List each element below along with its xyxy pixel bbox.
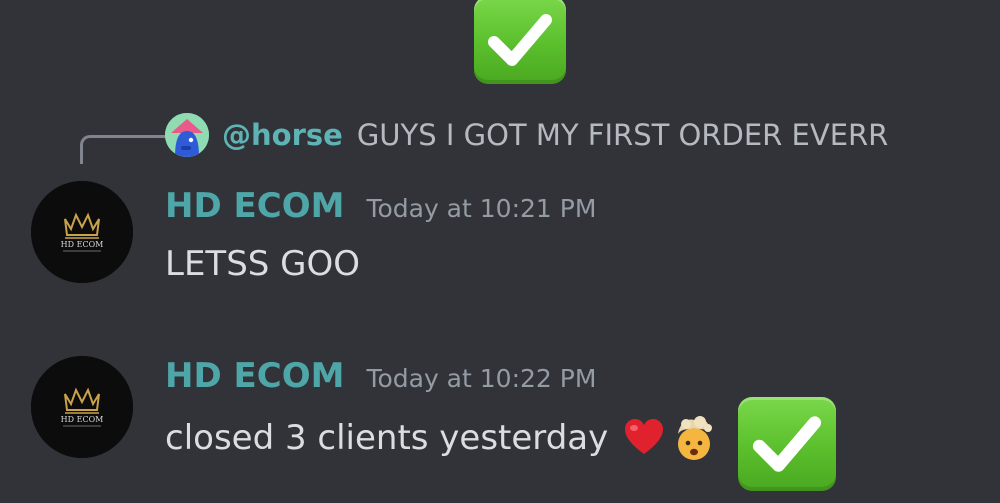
reply-mention[interactable]: @horse: [222, 118, 343, 152]
chat-view: @horse GUYS I GOT MY FIRST ORDER EVERR H…: [0, 0, 1000, 503]
check-mark-button-icon: [474, 0, 566, 84]
message-header: HD ECOM Today at 10:22 PM: [165, 356, 596, 396]
message-text: LETSS GOO: [165, 244, 360, 284]
message-header: HD ECOM Today at 10:21 PM: [165, 186, 596, 226]
timestamp: Today at 10:21 PM: [366, 194, 597, 223]
exploding-head-icon: [678, 416, 713, 460]
avatar-logo-text: HD ECOM: [61, 415, 104, 424]
avatar[interactable]: HD ECOM: [31, 356, 133, 458]
horse-avatar-icon[interactable]: [165, 113, 209, 157]
avatar[interactable]: HD ECOM: [31, 181, 133, 283]
username[interactable]: HD ECOM: [165, 356, 344, 396]
reply-preview[interactable]: @horse GUYS I GOT MY FIRST ORDER EVERR: [222, 113, 888, 157]
timestamp: Today at 10:22 PM: [366, 364, 597, 393]
reply-text: GUYS I GOT MY FIRST ORDER EVERR: [356, 118, 889, 152]
check-mark-button-icon: [738, 397, 836, 491]
message-content: LETSS GOO: [165, 244, 361, 284]
reply-connector-line: [80, 135, 167, 164]
username[interactable]: HD ECOM: [165, 186, 344, 226]
avatar-logo-text: HD ECOM: [61, 240, 104, 249]
red-heart-icon: [625, 419, 664, 454]
message-content: closed 3 clients yesterday: [165, 418, 609, 458]
message-text: closed 3 clients yesterday: [165, 414, 718, 462]
